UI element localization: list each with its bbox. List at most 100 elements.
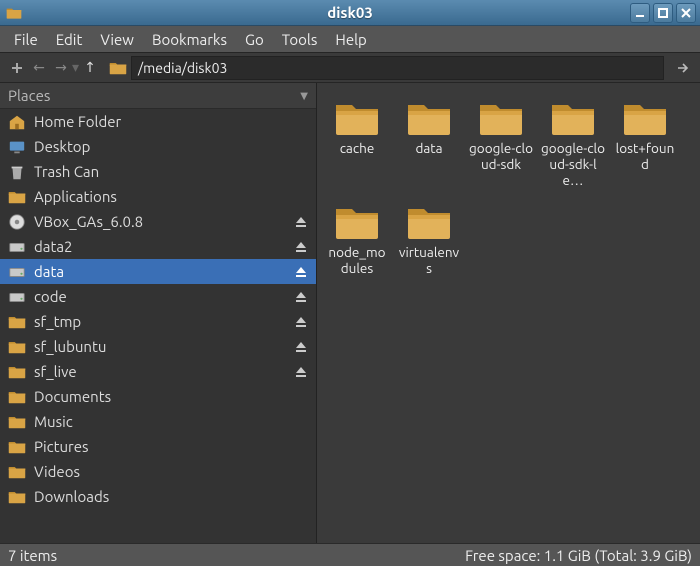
places-list: Home Folder Desktop Trash Can Applications V… xyxy=(0,109,316,543)
sidebar-item-label: Documents xyxy=(34,388,308,405)
eject-icon[interactable] xyxy=(294,340,308,354)
folder-icon xyxy=(8,388,26,406)
path-input[interactable]: /media/disk03 xyxy=(131,56,664,80)
folder-label: lost+found xyxy=(613,141,677,173)
folder-icon xyxy=(333,201,381,241)
sidebar-item-documents[interactable]: Documents xyxy=(0,384,316,409)
eject-icon[interactable] xyxy=(294,290,308,304)
sidebar-item-label: Music xyxy=(34,413,308,430)
home-icon xyxy=(8,113,26,131)
folder-icon xyxy=(8,413,26,431)
folder-icon xyxy=(621,97,669,137)
close-button[interactable] xyxy=(676,3,696,23)
folder-item[interactable]: data xyxy=(397,97,461,189)
new-tab-button[interactable] xyxy=(6,57,28,79)
titlebar[interactable]: disk03 xyxy=(0,0,700,26)
sidebar-item-code[interactable]: code xyxy=(0,284,316,309)
folder-view[interactable]: cache data google-cloud-sdkgoogle-cloud-sd… xyxy=(317,83,700,543)
sidebar-item-label: Trash Can xyxy=(34,163,308,180)
folder-icon xyxy=(477,97,525,137)
menu-help[interactable]: Help xyxy=(327,28,374,51)
folder-icon xyxy=(405,201,453,241)
folder-icon xyxy=(8,463,26,481)
eject-icon[interactable] xyxy=(294,215,308,229)
sidebar-item-desktop[interactable]: Desktop xyxy=(0,134,316,159)
sidebar-item-downloads[interactable]: Downloads xyxy=(0,484,316,509)
sidebar-item-home-folder[interactable]: Home Folder xyxy=(0,109,316,134)
chevron-down-icon: ▼ xyxy=(300,90,308,102)
folder-label: google-cloud-sdk-le… xyxy=(541,141,605,189)
sidebar-item-label: data2 xyxy=(34,238,286,255)
places-label: Places xyxy=(8,87,50,104)
folder-icon xyxy=(8,338,26,356)
sidebar-item-music[interactable]: Music xyxy=(0,409,316,434)
menu-bookmarks[interactable]: Bookmarks xyxy=(144,28,235,51)
folder-label: node_modules xyxy=(325,245,389,277)
sidebar-item-label: Applications xyxy=(34,188,308,205)
sidebar-item-sf-tmp[interactable]: sf_tmp xyxy=(0,309,316,334)
drive-icon xyxy=(8,288,26,306)
sidebar-item-label: Videos xyxy=(34,463,308,480)
eject-icon[interactable] xyxy=(294,315,308,329)
path-text: /media/disk03 xyxy=(138,60,227,76)
menu-tools[interactable]: Tools xyxy=(274,28,326,51)
folder-icon xyxy=(8,313,26,331)
folder-icon xyxy=(8,363,26,381)
sidebar-item-label: sf_lubuntu xyxy=(34,338,286,355)
folder-icon xyxy=(333,97,381,137)
folder-item[interactable]: cache xyxy=(325,97,389,189)
folder-label: google-cloud-sdk xyxy=(469,141,533,173)
sidebar-item-vbox-gas-6-0-8[interactable]: VBox_GAs_6.0.8 xyxy=(0,209,316,234)
sidebar-item-label: Home Folder xyxy=(34,113,308,130)
minimize-button[interactable] xyxy=(630,3,650,23)
forward-button[interactable]: → xyxy=(50,57,72,79)
sidebar-item-label: data xyxy=(34,263,286,280)
app-folder-icon xyxy=(6,5,22,21)
maximize-button[interactable] xyxy=(653,3,673,23)
sidebar-item-label: sf_live xyxy=(34,363,286,380)
places-header[interactable]: Places ▼ xyxy=(0,83,316,109)
menu-view[interactable]: View xyxy=(92,28,142,51)
eject-icon[interactable] xyxy=(294,240,308,254)
sidebar-item-sf-live[interactable]: sf_live xyxy=(0,359,316,384)
folder-item[interactable]: node_modules xyxy=(325,201,389,277)
sidebar-item-pictures[interactable]: Pictures xyxy=(0,434,316,459)
folder-icon xyxy=(8,438,26,456)
eject-icon[interactable] xyxy=(294,265,308,279)
eject-icon[interactable] xyxy=(294,365,308,379)
places-sidebar: Places ▼ Home Folder Desktop Trash Can Appl… xyxy=(0,83,317,543)
sidebar-item-data[interactable]: data xyxy=(0,259,316,284)
folder-label: data xyxy=(415,141,442,157)
sidebar-item-applications[interactable]: Applications xyxy=(0,184,316,209)
drive-icon xyxy=(8,263,26,281)
folder-label: cache xyxy=(340,141,375,157)
sidebar-item-trash-can[interactable]: Trash Can xyxy=(0,159,316,184)
menu-edit[interactable]: Edit xyxy=(48,28,91,51)
up-button[interactable]: ↑ xyxy=(79,57,101,79)
status-left: 7 items xyxy=(8,547,57,564)
window-title: disk03 xyxy=(0,4,700,21)
back-button[interactable]: ← xyxy=(28,57,50,79)
sidebar-item-label: sf_tmp xyxy=(34,313,286,330)
sidebar-item-label: Pictures xyxy=(34,438,308,455)
folder-icon xyxy=(8,188,26,206)
sidebar-item-data2[interactable]: data2 xyxy=(0,234,316,259)
folder-item[interactable]: google-cloud-sdk xyxy=(469,97,533,189)
folder-item[interactable]: lost+found xyxy=(613,97,677,189)
folder-item[interactable]: google-cloud-sdk-le… xyxy=(541,97,605,189)
menu-file[interactable]: File xyxy=(6,28,46,51)
statusbar: 7 items Free space: 1.1 GiB (Total: 3.9 … xyxy=(0,543,700,566)
disc-icon xyxy=(8,213,26,231)
folder-item[interactable]: virtualenvs xyxy=(397,201,461,277)
desktop-icon xyxy=(8,138,26,156)
trash-icon xyxy=(8,163,26,181)
sidebar-item-sf-lubuntu[interactable]: sf_lubuntu xyxy=(0,334,316,359)
folder-icon xyxy=(549,97,597,137)
sidebar-item-videos[interactable]: Videos xyxy=(0,459,316,484)
menu-go[interactable]: Go xyxy=(237,28,272,51)
path-folder-icon xyxy=(109,59,127,77)
folder-label: virtualenvs xyxy=(397,245,461,277)
status-right: Free space: 1.1 GiB (Total: 3.9 GiB) xyxy=(465,547,692,564)
menubar: File Edit View Bookmarks Go Tools Help xyxy=(0,26,700,53)
go-button[interactable] xyxy=(672,57,694,79)
